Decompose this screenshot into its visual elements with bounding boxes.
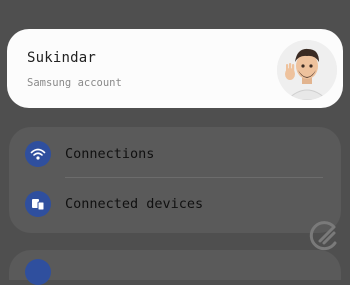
samsung-account-card[interactable]: Sukindar Samsung account bbox=[7, 29, 343, 108]
avatar-memoji-icon bbox=[277, 40, 337, 100]
account-name: Sukindar bbox=[27, 50, 97, 66]
watermark-logo-icon bbox=[309, 221, 337, 251]
wifi-icon bbox=[25, 141, 51, 167]
settings-item-connections[interactable]: Connections bbox=[9, 131, 341, 179]
settings-item-label: Connected devices bbox=[65, 196, 204, 212]
divider bbox=[65, 177, 323, 178]
account-subtitle: Samsung account bbox=[27, 77, 122, 89]
settings-group-card-next bbox=[9, 250, 341, 285]
avatar[interactable] bbox=[277, 40, 337, 100]
settings-item-label: Connections bbox=[65, 146, 155, 162]
settings-item-connected-devices[interactable]: Connected devices bbox=[9, 181, 341, 229]
connected-devices-icon bbox=[25, 191, 51, 217]
settings-group-card: Connections Connected devices bbox=[9, 127, 341, 233]
